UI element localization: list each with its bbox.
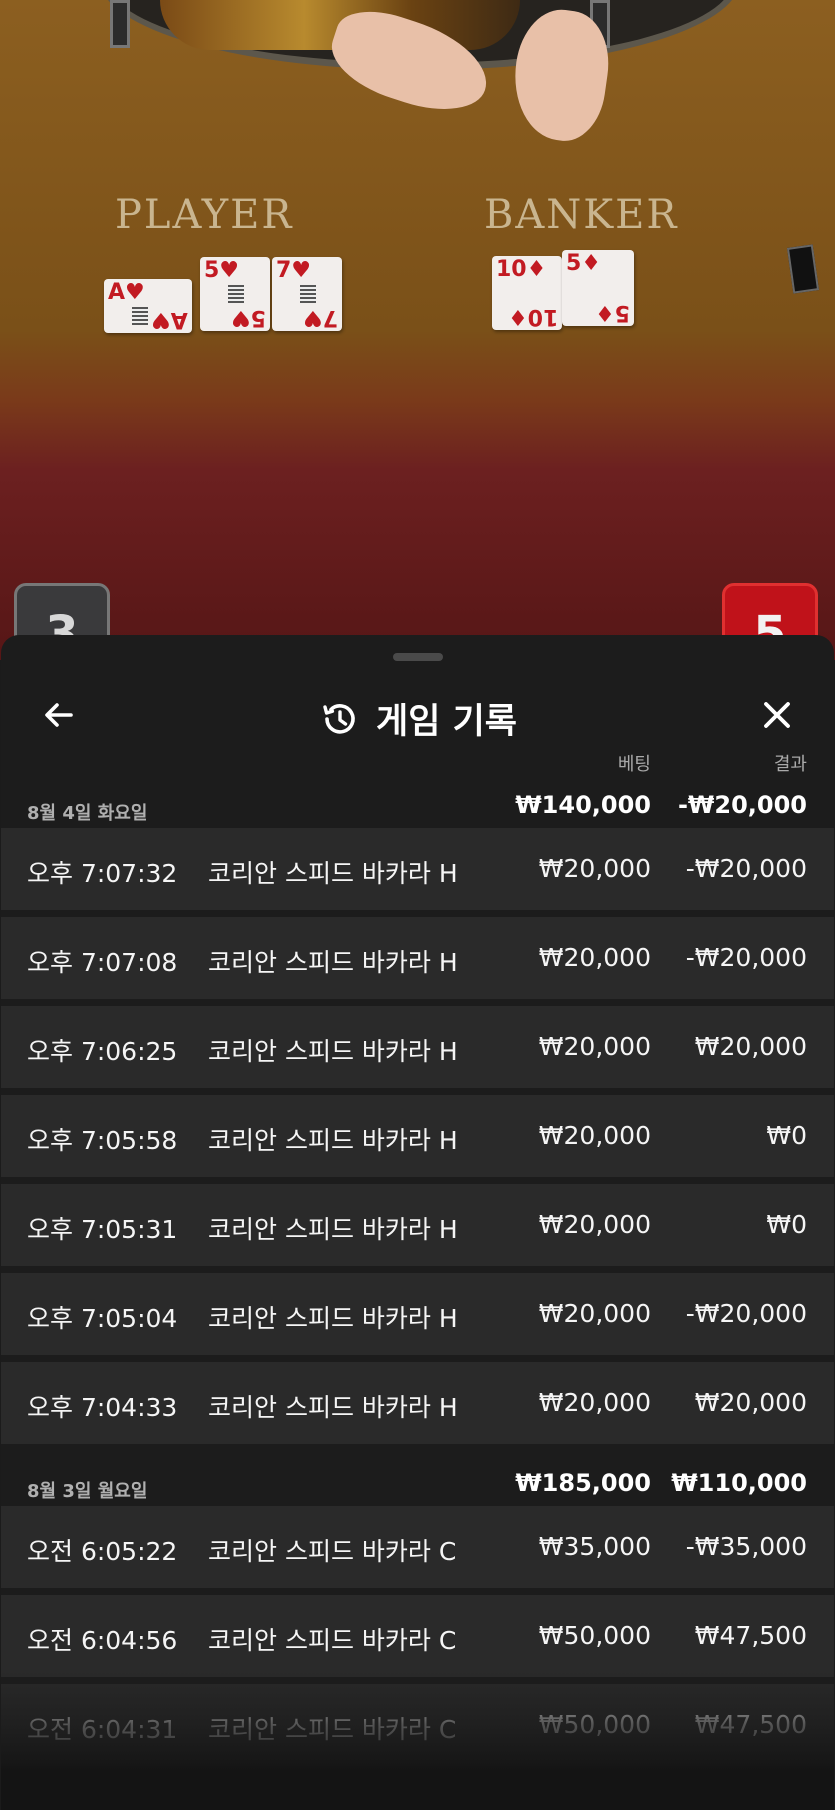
player-card-2: 5♥ 5♥ [200,257,270,331]
player-card-3: 7♥ 7♥ [272,257,342,331]
day-bet-total: ₩140,000 [515,791,651,819]
banker-card-2: 5♦ 5♦ [562,250,634,326]
title-group: 게임 기록 [1,693,834,744]
day-summary-row: 8월 4일 화요일 ₩140,000 -₩20,000 [1,783,834,833]
table-row[interactable]: 오후 7:04:33 코리안 스피드 바카라 H ₩20,000 ₩20,000 [1,1362,834,1444]
row-result: ₩0 [766,1121,807,1150]
table-row[interactable]: 오후 7:06:25 코리안 스피드 바카라 H ₩20,000 ₩20,000 [1,1006,834,1088]
day-result-total: -₩20,000 [677,791,807,819]
row-result: ₩20,000 [694,1388,807,1417]
row-result: -₩20,000 [685,1299,807,1328]
row-result: -₩35,000 [685,1532,807,1561]
page-title: 게임 기록 [376,702,517,742]
row-time: 오후 7:05:31 [27,1215,178,1244]
history-clock-icon [323,703,355,734]
row-bet: ₩20,000 [538,1299,651,1328]
row-game: 코리안 스피드 바카라 H [208,1304,458,1333]
row-bet: ₩20,000 [538,1388,651,1417]
table-row[interactable]: 오후 7:05:58 코리안 스피드 바카라 H ₩20,000 ₩0 [1,1095,834,1177]
banker-zone-label: BANKER [484,192,679,238]
row-time: 오후 7:04:33 [27,1393,178,1422]
day-bet-total: ₩185,000 [515,1469,651,1497]
day-date: 8월 3일 월요일 [27,1481,148,1502]
table-row[interactable]: 오후 7:07:32 코리안 스피드 바카라 H ₩20,000 -₩20,00… [1,828,834,910]
card-rank: 10♦ [507,304,558,329]
row-time: 오전 6:04:31 [27,1715,178,1744]
row-game: 코리안 스피드 바카라 H [208,1215,458,1244]
card-rank: 5♦ [566,251,602,276]
row-result: -₩20,000 [685,943,807,972]
day-date: 8월 4일 화요일 [27,803,148,824]
close-button[interactable] [747,685,807,745]
row-game: 코리안 스피드 바카라 H [208,1126,458,1155]
sheet-drag-handle[interactable] [393,653,443,661]
row-result: ₩20,000 [694,1032,807,1061]
player-zone-label: PLAYER [115,192,294,238]
row-result: ₩0 [766,1210,807,1239]
row-time: 오전 6:05:22 [27,1537,178,1566]
table-row[interactable]: 오후 7:07:08 코리안 스피드 바카라 H ₩20,000 -₩20,00… [1,917,834,999]
row-time: 오후 7:07:08 [27,948,178,977]
card-rank: 7♥ [276,258,312,283]
banker-card-1: 10♦ 10♦ [492,256,562,330]
card-rank: 5♥ [230,305,266,330]
row-result: ₩47,500 [694,1710,807,1739]
row-result: -₩20,000 [685,854,807,883]
table-row[interactable]: 오후 7:05:31 코리안 스피드 바카라 H ₩20,000 ₩0 [1,1184,834,1266]
row-time: 오후 7:05:04 [27,1304,178,1333]
row-bet: ₩35,000 [538,1532,651,1561]
row-bet: ₩50,000 [538,1621,651,1650]
row-game: 코리안 스피드 바카라 H [208,1037,458,1066]
row-time: 오전 6:04:56 [27,1626,178,1655]
game-history-sheet: 게임 기록 베팅 결과 8월 4일 화요일 ₩140,000 -₩20,000 … [1,635,834,1810]
row-game: 코리안 스피드 바카라 C [208,1626,457,1655]
card-rank: 7♥ [302,305,338,330]
row-bet: ₩20,000 [538,1032,651,1061]
day-summary-row: 8월 3일 월요일 ₩185,000 ₩110,000 [1,1461,834,1511]
table-row[interactable]: 오전 6:04:56 코리안 스피드 바카라 C ₩50,000 ₩47,500 [1,1595,834,1677]
day-result-total: ₩110,000 [671,1469,807,1497]
row-game: 코리안 스피드 바카라 H [208,1393,458,1422]
card-barcode [228,285,244,303]
row-bet: ₩50,000 [538,1710,651,1739]
row-time: 오후 7:07:32 [27,859,178,888]
card-rank: A♥ [151,307,188,332]
sheet-header: 게임 기록 [1,675,834,755]
card-barcode [300,285,316,303]
player-card-1: A♥ A♥ [104,279,192,333]
table-post [110,0,130,48]
row-bet: ₩20,000 [538,854,651,883]
card-shoe [786,244,820,294]
row-bet: ₩20,000 [538,1121,651,1150]
card-rank: 10♦ [496,257,547,282]
table-row[interactable]: 오전 6:05:22 코리안 스피드 바카라 C ₩35,000 -₩35,00… [1,1506,834,1588]
card-rank: 5♦ [594,300,630,325]
row-time: 오후 7:06:25 [27,1037,178,1066]
row-game: 코리안 스피드 바카라 C [208,1715,457,1744]
column-header-bet: 베팅 [617,754,651,775]
row-result: ₩47,500 [694,1621,807,1650]
row-time: 오후 7:05:58 [27,1126,178,1155]
live-table-video: PLAYER BANKER A♥ A♥ 5♥ 5♥ 7♥ 7♥ 10♦ 10♦ … [0,0,835,660]
card-rank: A♥ [108,280,145,305]
card-rank: 5♥ [204,258,240,283]
row-bet: ₩20,000 [538,943,651,972]
column-headers: 베팅 결과 [1,750,834,776]
table-row[interactable]: 오전 6:04:31 코리안 스피드 바카라 C ₩50,000 ₩47,500 [1,1684,834,1766]
row-bet: ₩20,000 [538,1210,651,1239]
row-game: 코리안 스피드 바카라 C [208,1537,457,1566]
row-game: 코리안 스피드 바카라 H [208,859,458,888]
close-icon [764,702,790,728]
card-barcode [132,307,148,325]
row-game: 코리안 스피드 바카라 H [208,948,458,977]
table-row[interactable]: 오후 7:05:04 코리안 스피드 바카라 H ₩20,000 -₩20,00… [1,1273,834,1355]
column-header-result: 결과 [773,754,807,775]
